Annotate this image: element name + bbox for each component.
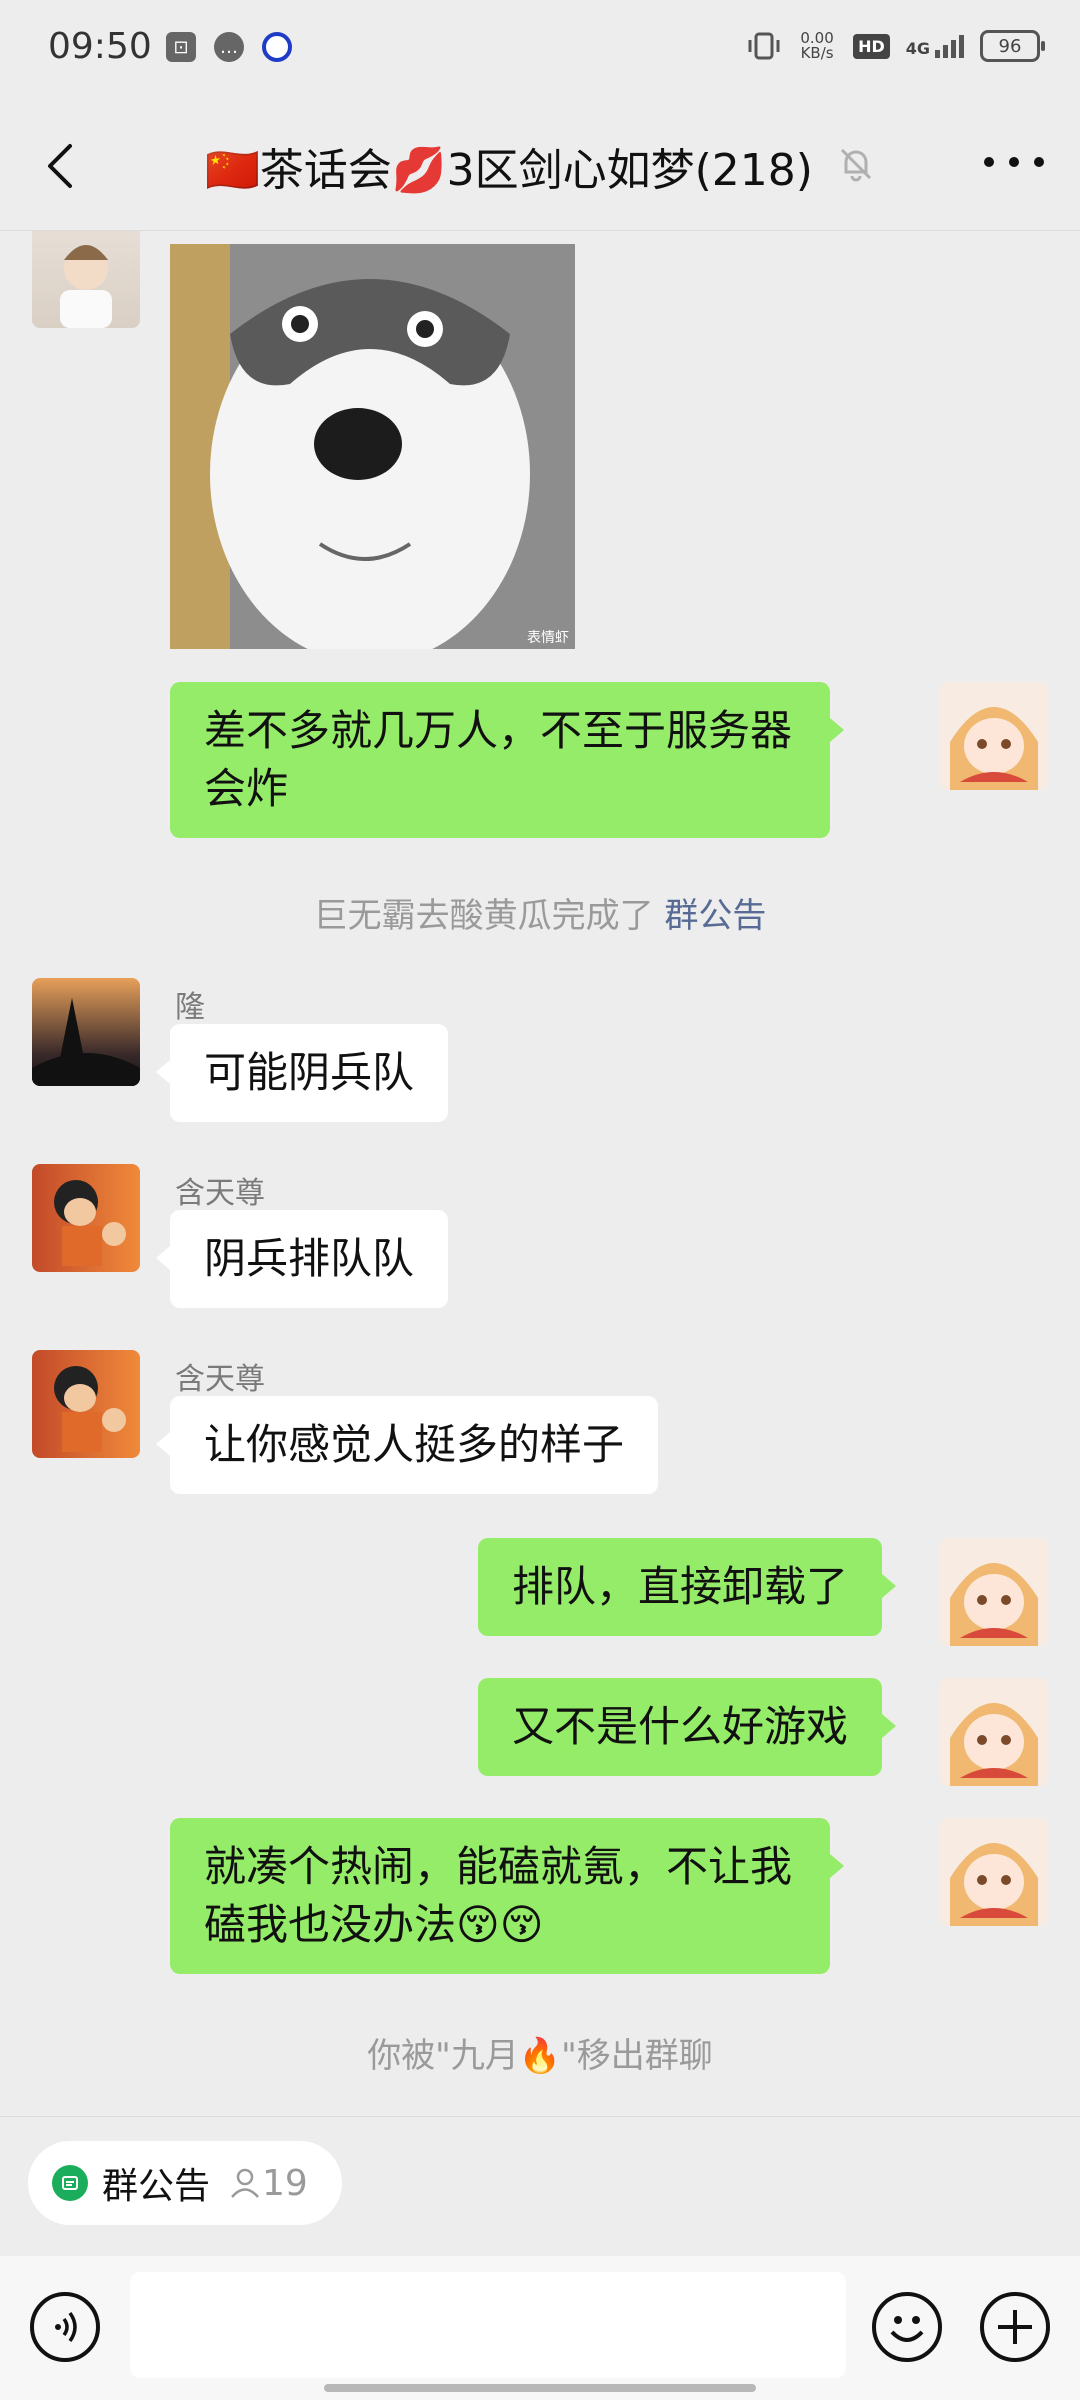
notice-member-count: 19 (228, 2163, 308, 2204)
sticker-watermark: 表情虾 (527, 630, 569, 646)
system-message: 巨无霸去酸黄瓜完成了 群公告 (313, 896, 767, 936)
more-button[interactable] (984, 142, 1044, 182)
plus-icon (998, 2310, 1032, 2344)
my-avatar[interactable] (940, 1538, 1048, 1646)
input-bar (0, 2256, 1080, 2400)
circle-notification-icon (262, 32, 292, 62)
person-icon (231, 2168, 259, 2198)
chat-notification-icon: … (214, 32, 244, 62)
smiley-icon (890, 2316, 924, 2342)
more-dot-icon (1034, 157, 1044, 167)
app-notification-icon: ⊡ (166, 32, 196, 62)
avatar[interactable] (32, 1164, 140, 1272)
bell-off-icon (840, 148, 872, 182)
message-bubble-incoming[interactable]: 可能阴兵队 (155, 1024, 449, 1122)
message-bubble-outgoing[interactable]: 差不多就几万人，不至于服务器会炸 (170, 682, 844, 838)
more-dot-icon (1009, 157, 1019, 167)
signal-indicator: 4G (906, 34, 964, 58)
back-icon[interactable] (32, 136, 92, 196)
avatar[interactable] (32, 230, 140, 328)
message-text: 又不是什么好游戏 (512, 1702, 849, 1751)
sender-name: 含天尊 (175, 1362, 265, 1397)
chat-header: 🇨🇳茶话会💋3区剑心如梦(218) (0, 100, 1080, 231)
avatar[interactable] (32, 1350, 140, 1458)
sender-name: 含天尊 (175, 1176, 265, 1211)
message-text: 阴兵排队队 (204, 1234, 415, 1283)
my-avatar[interactable] (940, 1678, 1048, 1786)
group-notice-link[interactable]: 群公告 (664, 896, 766, 936)
message-input[interactable] (130, 2272, 846, 2378)
notice-icon (52, 2165, 88, 2201)
avatar[interactable] (32, 978, 140, 1086)
sticker-image[interactable]: 表情虾 (170, 244, 575, 649)
emoji-button[interactable] (872, 2292, 942, 2362)
more-functions-button[interactable] (980, 2292, 1050, 2362)
husky-sticker-icon (170, 244, 575, 649)
battery-indicator: 96 (980, 30, 1045, 62)
message-bubble-outgoing[interactable]: 又不是什么好游戏 (478, 1678, 897, 1776)
voice-input-button[interactable] (30, 2292, 100, 2362)
network-speed: 0.00 KB/s (800, 29, 834, 62)
my-avatar[interactable] (940, 1818, 1048, 1926)
vibrate-icon (748, 32, 780, 60)
notification-icons: ⊡ … (166, 32, 292, 62)
message-text: 就凑个热闹，能磕就氪，不让我磕我也没办法😚😚 (204, 1842, 793, 1949)
chat-title: 🇨🇳茶话会💋3区剑心如梦(218) (205, 145, 813, 196)
message-text: 排队，直接卸载了 (512, 1562, 849, 1611)
notice-label: 群公告 (102, 2166, 211, 2207)
message-text: 差不多就几万人，不至于服务器会炸 (204, 706, 793, 813)
group-notice-bar: 群公告 19 (0, 2116, 1080, 2257)
home-indicator[interactable] (324, 2384, 756, 2392)
system-message: 你被"九月🔥"移出群聊 (367, 2036, 713, 2076)
system-indicators: 0.00 KB/s HD 4G 96 (747, 29, 1045, 62)
sender-name: 隆 (175, 990, 205, 1025)
my-avatar[interactable] (940, 682, 1048, 790)
message-list[interactable]: 表情虾 差不多就几万人，不至于服务器会炸 巨无霸去酸黄瓜完成了 群公告 隆 可能… (0, 230, 1080, 2115)
status-bar: 09:50 ⊡ … 0.00 KB/s HD 4G 96 (0, 0, 1080, 100)
message-text: 可能阴兵队 (204, 1048, 415, 1097)
message-bubble-incoming[interactable]: 让你感觉人挺多的样子 (155, 1396, 659, 1494)
message-bubble-incoming[interactable]: 阴兵排队队 (155, 1210, 449, 1308)
message-bubble-outgoing[interactable]: 排队，直接卸载了 (478, 1538, 897, 1636)
message-text: 让你感觉人挺多的样子 (204, 1420, 625, 1469)
group-notice-button[interactable]: 群公告 19 (28, 2141, 342, 2225)
hd-badge: HD (853, 33, 890, 59)
status-time: 09:50 (48, 26, 152, 67)
more-dot-icon (984, 157, 994, 167)
message-bubble-outgoing[interactable]: 就凑个热闹，能磕就氪，不让我磕我也没办法😚😚 (170, 1818, 844, 1974)
voice-icon (55, 2311, 77, 2343)
